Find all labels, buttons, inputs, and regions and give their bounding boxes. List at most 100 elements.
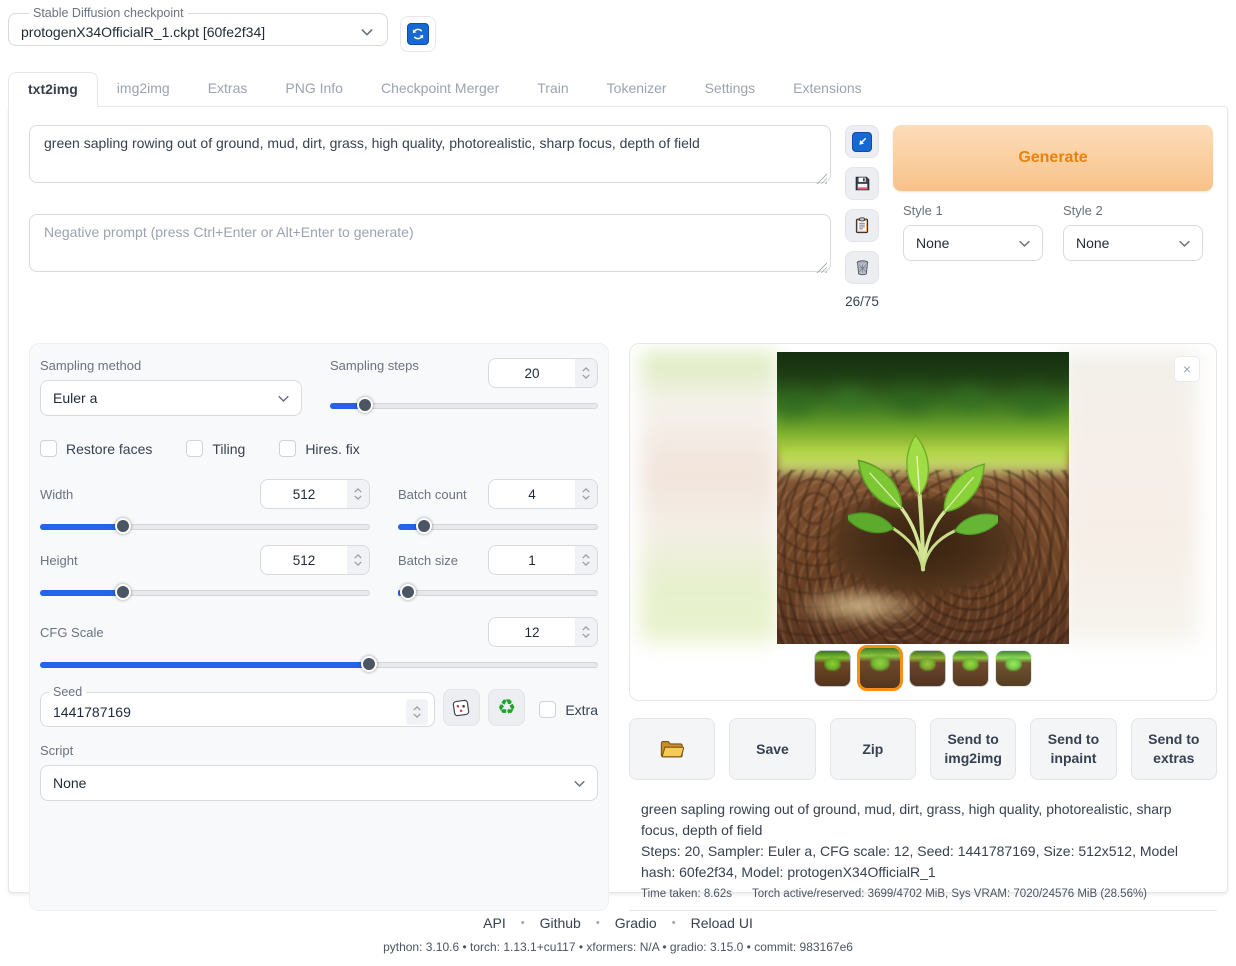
open-folder-button[interactable] <box>629 718 715 780</box>
token-counter: 26/75 <box>845 294 879 309</box>
tab-extensions[interactable]: Extensions <box>774 72 880 106</box>
stepper-icon[interactable] <box>575 359 597 387</box>
tiling-checkbox[interactable]: Tiling <box>186 440 245 457</box>
cfg-scale-slider[interactable] <box>40 656 598 673</box>
tab-txt2img[interactable]: txt2img <box>8 72 98 107</box>
send-to-inpaint-button[interactable]: Send to inpaint <box>1030 718 1116 780</box>
height-label: Height <box>40 553 78 568</box>
prompt-input[interactable]: green sapling rowing out of ground, mud,… <box>29 125 831 183</box>
sampling-steps-slider[interactable] <box>330 397 598 414</box>
width-slider[interactable] <box>40 518 370 535</box>
stepper-icon[interactable] <box>406 699 428 725</box>
close-icon: × <box>1183 361 1191 377</box>
stepper-icon[interactable] <box>347 546 369 574</box>
sapling-illustration <box>848 413 998 583</box>
cfg-scale-input[interactable] <box>489 618 575 646</box>
footer-links: API • Github • Gradio • Reload UI <box>0 915 1236 931</box>
thumbnail-2-selected[interactable] <box>857 645 903 691</box>
sd-webui-page: Stable Diffusion checkpoint protogenX34O… <box>0 0 1236 966</box>
dice-icon <box>451 698 471 718</box>
width-input[interactable] <box>261 480 347 508</box>
style1-value: None <box>916 235 949 251</box>
batch-count-slider[interactable] <box>398 518 598 535</box>
stepper-icon[interactable] <box>575 480 597 508</box>
checkpoint-dropdown[interactable]: Stable Diffusion checkpoint protogenX34O… <box>8 6 388 46</box>
tab-settings[interactable]: Settings <box>686 72 775 106</box>
gallery-thumbnails <box>814 645 1032 691</box>
tab-train[interactable]: Train <box>518 72 587 106</box>
checkpoint-label: Stable Diffusion checkpoint <box>29 6 188 20</box>
chevron-down-icon <box>1017 236 1032 251</box>
reuse-seed-button[interactable]: ♻ <box>488 689 525 726</box>
footer-link-github[interactable]: Github <box>540 915 581 931</box>
stepper-icon[interactable] <box>575 546 597 574</box>
tab-img2img[interactable]: img2img <box>98 72 189 106</box>
batch-size-numbox <box>488 545 598 575</box>
footer-separator: • <box>596 917 600 929</box>
paste-params-button[interactable] <box>845 125 879 158</box>
prompt-wrap: green sapling rowing out of ground, mud,… <box>29 125 831 188</box>
save-button[interactable]: Save <box>729 718 815 780</box>
clear-prompt-button[interactable] <box>845 251 879 284</box>
save-style-button[interactable] <box>845 167 879 200</box>
width-numbox <box>260 479 370 509</box>
batch-size-slider[interactable] <box>398 584 598 601</box>
sampling-row: Sampling method Euler a Sampling steps <box>40 358 598 416</box>
height-slider[interactable] <box>40 584 370 601</box>
style2-dropdown[interactable]: None <box>1063 225 1203 261</box>
main-tabbar: txt2img img2img Extras PNG Info Checkpoi… <box>0 72 1236 106</box>
stepper-icon[interactable] <box>347 480 369 508</box>
generate-button[interactable]: Generate <box>893 125 1213 191</box>
close-gallery-button[interactable]: × <box>1174 356 1200 382</box>
footer: API • Github • Gradio • Reload UI python… <box>0 915 1236 954</box>
random-seed-button[interactable] <box>443 689 480 726</box>
dimensions-grid: Width <box>40 469 598 601</box>
thumbnail-4[interactable] <box>952 650 989 687</box>
tab-extras[interactable]: Extras <box>189 72 267 106</box>
apply-style-button[interactable] <box>845 209 879 242</box>
tiling-label: Tiling <box>212 441 245 457</box>
footer-link-gradio[interactable]: Gradio <box>615 915 657 931</box>
script-label: Script <box>40 743 598 758</box>
style1-dropdown[interactable]: None <box>903 225 1043 261</box>
hires-fix-label: Hires. fix <box>305 441 359 457</box>
negative-prompt-wrap <box>29 214 831 277</box>
height-input[interactable] <box>261 546 347 574</box>
chevron-down-icon <box>572 776 587 791</box>
footer-link-api[interactable]: API <box>483 915 506 931</box>
batch-size-input[interactable] <box>489 546 575 574</box>
style2-label: Style 2 <box>1063 203 1203 218</box>
negative-prompt-input[interactable] <box>29 214 831 272</box>
gallery-blur-left <box>640 352 778 642</box>
footer-separator: • <box>521 917 525 929</box>
send-to-img2img-button[interactable]: Send to img2img <box>930 718 1016 780</box>
tab-tokenizer[interactable]: Tokenizer <box>588 72 686 106</box>
tab-png-info[interactable]: PNG Info <box>266 72 362 106</box>
restore-faces-checkbox[interactable]: Restore faces <box>40 440 152 457</box>
hires-fix-checkbox[interactable]: Hires. fix <box>279 440 359 457</box>
batch-count-input[interactable] <box>489 480 575 508</box>
stepper-icon[interactable] <box>575 618 597 646</box>
tab-checkpoint-merger[interactable]: Checkpoint Merger <box>362 72 518 106</box>
sampling-steps-input[interactable] <box>489 359 575 387</box>
sampling-steps-box: Sampling steps <box>302 358 598 416</box>
zip-button[interactable]: Zip <box>830 718 916 780</box>
thumbnail-1[interactable] <box>814 650 851 687</box>
refresh-checkpoints-button[interactable] <box>400 16 436 52</box>
extra-seed-checkbox[interactable]: Extra <box>539 701 598 718</box>
thumbnail-5[interactable] <box>995 650 1032 687</box>
send-to-extras-button[interactable]: Send to extras <box>1131 718 1217 780</box>
sampling-method-value: Euler a <box>53 390 97 406</box>
script-dropdown[interactable]: None <box>40 765 598 801</box>
footer-link-reload-ui[interactable]: Reload UI <box>691 915 753 931</box>
time-taken: Time taken: 8.62s <box>641 888 732 900</box>
sampling-method-dropdown[interactable]: Euler a <box>40 380 302 416</box>
seed-fieldset: Seed <box>40 685 435 727</box>
chevron-down-icon <box>276 391 291 406</box>
seed-input[interactable] <box>41 704 406 720</box>
checkpoint-value: protogenX34OfficialR_1.ckpt [60fe2f34] <box>21 24 265 40</box>
thumbnail-3[interactable] <box>909 650 946 687</box>
generated-image[interactable] <box>777 352 1069 644</box>
style2-value: None <box>1076 235 1109 251</box>
prompt-tools-column: 26/75 <box>845 119 879 309</box>
